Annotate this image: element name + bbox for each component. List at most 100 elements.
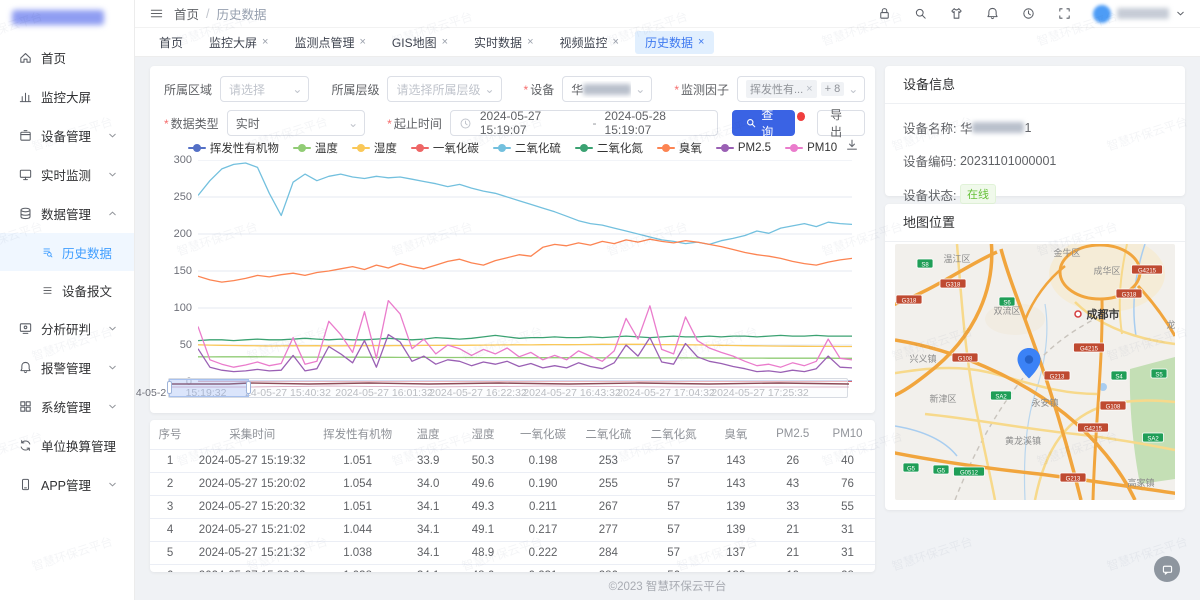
legend-item-PM2.5[interactable]: PM2.5: [716, 142, 771, 154]
redacted-device-name: [583, 84, 631, 95]
chevron-down-icon: [107, 362, 118, 373]
breadcrumb-home[interactable]: 首页: [174, 4, 199, 23]
monitor-icon: [18, 167, 33, 182]
tab-视频监控[interactable]: 视频监控×: [550, 31, 629, 54]
chevron-down-icon: [107, 479, 118, 490]
sidebar-subitem-设备报文[interactable]: 设备报文: [0, 271, 134, 309]
tab-首页[interactable]: 首页: [149, 31, 193, 54]
tag-close-icon[interactable]: ×: [806, 83, 812, 95]
road-badge-G4215: G4215: [1078, 423, 1109, 432]
search-icon: [745, 117, 757, 129]
tab-close-icon[interactable]: ×: [262, 36, 268, 48]
sidebar-item-实时监测[interactable]: 实时监测: [0, 155, 134, 194]
footer-copyright: ©2023 智慧环保云平台: [135, 578, 1200, 594]
map-location-card: 地图位置: [885, 204, 1185, 510]
chevron-down-icon: [107, 323, 118, 334]
x-axis-tick: 4-05-2: [136, 387, 166, 399]
datazoom-handle-right[interactable]: [246, 381, 251, 394]
tab-close-icon[interactable]: ×: [442, 36, 448, 48]
tab-实时数据[interactable]: 实时数据×: [464, 31, 543, 54]
tab-close-icon[interactable]: ×: [698, 36, 704, 48]
table-row: 42024-05-27 15:21:021.04434.149.10.21727…: [150, 519, 875, 542]
hamburger-icon[interactable]: [149, 6, 164, 21]
legend-marker-icon: [188, 144, 206, 152]
sidebar-item-数据管理[interactable]: 数据管理: [0, 194, 134, 233]
avatar: [1093, 5, 1111, 23]
doc-lines-icon: [41, 284, 54, 297]
sidebar: 首页监控大屏设备管理实时监测数据管理历史数据设备报文分析研判报警管理系统管理单位…: [0, 0, 135, 600]
tab-GIS地图[interactable]: GIS地图×: [382, 31, 458, 54]
chart-plot-area: [198, 160, 852, 382]
data-type-select[interactable]: 实时⌄: [227, 110, 365, 136]
table-row: 32024-05-27 15:20:321.05134.149.30.21126…: [150, 496, 875, 519]
chevron-up-icon: [107, 208, 118, 219]
lock-icon[interactable]: [877, 6, 892, 21]
sidebar-subitem-历史数据[interactable]: 历史数据: [0, 233, 134, 271]
fullscreen-icon[interactable]: [1057, 6, 1072, 21]
road-badge-G213: G213: [1044, 371, 1070, 380]
map-label-双流区: 双流区: [993, 305, 1020, 316]
svg-text:S8: S8: [921, 262, 929, 268]
chevron-down-icon: ⌄: [348, 116, 358, 130]
sidebar-item-APP管理[interactable]: APP管理: [0, 465, 134, 504]
svg-text:SA2: SA2: [995, 394, 1007, 400]
user-menu[interactable]: [1093, 5, 1186, 23]
map-label-高家镇: 高家镇: [1127, 477, 1154, 488]
export-button[interactable]: 导出: [817, 110, 865, 136]
search-icon[interactable]: [913, 6, 928, 21]
chat-float-button[interactable]: [1154, 556, 1180, 582]
tab-close-icon[interactable]: ×: [613, 36, 619, 48]
map-label-黄龙溪镇: 黄龙溪镇: [1005, 435, 1041, 446]
datazoom-handle-left[interactable]: [167, 381, 172, 394]
column-header: PM10: [820, 420, 875, 450]
tab-监控大屏[interactable]: 监控大屏×: [199, 31, 278, 54]
legend-item-PM10[interactable]: PM10: [785, 142, 837, 154]
chevron-down-icon: ⌄: [848, 82, 858, 96]
sidebar-item-系统管理[interactable]: 系统管理: [0, 387, 134, 426]
road-badge-G108: G108: [1100, 401, 1126, 410]
download-chart-icon[interactable]: [845, 138, 859, 155]
svg-text:G0512: G0512: [960, 470, 979, 476]
road-badge-G213: G213: [1060, 473, 1086, 482]
content-area: 所属区域 请选择⌄ 所属层级 请选择所属层级⌄ *设备 华 ⌄ *监测因子 挥发…: [135, 57, 1200, 600]
device-label: *设备: [524, 81, 555, 98]
factor-multiselect[interactable]: 挥发性有...× + 8 ⌄: [737, 76, 865, 102]
sidebar-item-设备管理[interactable]: 设备管理: [0, 116, 134, 155]
tab-close-icon[interactable]: ×: [359, 36, 365, 48]
map[interactable]: S8G318G318S6G4215G318G4215S4S5G108G213SA…: [895, 244, 1175, 500]
svg-text:G213: G213: [1050, 374, 1065, 380]
query-button[interactable]: 查询: [732, 110, 795, 136]
tab-监测点管理[interactable]: 监测点管理×: [284, 31, 375, 54]
main-area: 首页 / 历史数据 首页监控大屏×监测点管理×GIS地图×实时数据×视频监控×历…: [135, 0, 1200, 600]
device-select[interactable]: 华 ⌄: [562, 76, 652, 102]
column-header: 采集时间: [190, 420, 314, 450]
column-header: 臭氧: [706, 420, 765, 450]
chevron-down-icon: ⌄: [292, 82, 302, 96]
shirt-icon[interactable]: [949, 6, 964, 21]
svg-text:G5: G5: [907, 466, 916, 472]
datetime-range-input[interactable]: 2024-05-27 15:19:07 - 2024-05-28 15:19:0…: [450, 110, 718, 136]
column-header: PM2.5: [765, 420, 820, 450]
road-badge-SA2: SA2: [1143, 433, 1164, 442]
region-select[interactable]: 请选择⌄: [220, 76, 309, 102]
sidebar-item-报警管理[interactable]: 报警管理: [0, 348, 134, 387]
clock-icon[interactable]: [1021, 6, 1036, 21]
sidebar-item-监控大屏[interactable]: 监控大屏: [0, 77, 134, 116]
sidebar-item-单位换算管理[interactable]: 单位换算管理: [0, 426, 134, 465]
datazoom-selection[interactable]: [169, 379, 249, 397]
level-select[interactable]: 请选择所属层级⌄: [387, 76, 501, 102]
table-row: 12024-05-27 15:19:321.05133.950.30.19825…: [150, 450, 875, 473]
bell-icon[interactable]: [985, 6, 1000, 21]
tab-历史数据[interactable]: 历史数据×: [635, 31, 714, 54]
y-axis-tick: 250: [162, 191, 192, 203]
tab-close-icon[interactable]: ×: [527, 36, 533, 48]
error-badge: [797, 112, 805, 121]
y-axis-tick: 150: [162, 265, 192, 277]
sidebar-item-分析研判[interactable]: 分析研判: [0, 309, 134, 348]
legend-marker-icon: [293, 144, 311, 152]
sidebar-item-首页[interactable]: 首页: [0, 38, 134, 77]
chevron-down-icon: ⌄: [484, 82, 494, 96]
datazoom-slider[interactable]: [168, 378, 848, 398]
road-badge-S4: S4: [1111, 371, 1127, 380]
chevron-down-icon: ⌄: [635, 82, 645, 96]
